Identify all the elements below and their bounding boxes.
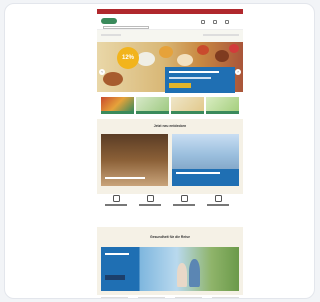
service-label xyxy=(139,204,161,206)
search-input[interactable] xyxy=(103,26,149,29)
site-header xyxy=(97,14,243,30)
hero-food-item xyxy=(159,46,173,58)
service-label xyxy=(207,204,229,206)
category-tile-label xyxy=(101,111,134,114)
chevron-left-icon[interactable]: ‹ xyxy=(99,69,105,75)
category-tile[interactable] xyxy=(171,97,204,111)
phone-icon xyxy=(214,195,222,202)
sub-nav-left[interactable] xyxy=(101,34,121,36)
travel-banner-button[interactable] xyxy=(105,275,125,280)
hero-food-item xyxy=(229,44,239,53)
brand-logo[interactable] xyxy=(101,18,117,24)
hero-food-item xyxy=(137,52,155,66)
product-card[interactable] xyxy=(212,297,239,298)
promo-box[interactable] xyxy=(165,67,235,93)
category-tile-label xyxy=(171,111,204,114)
hero-food-item xyxy=(197,45,209,55)
teaser-caption-placeholder xyxy=(176,172,220,174)
chevron-right-icon[interactable]: › xyxy=(235,69,241,75)
product-card[interactable] xyxy=(175,297,202,298)
service-item[interactable] xyxy=(203,195,233,206)
promo-subtitle-placeholder xyxy=(169,77,211,79)
category-tile[interactable] xyxy=(101,97,134,111)
percent-icon xyxy=(180,195,188,202)
service-item[interactable] xyxy=(169,195,199,206)
hero-food-item xyxy=(215,50,229,62)
hero-food-item xyxy=(103,72,123,86)
webpage-thumbnail: 12% ‹ › Jetzt neu entdecken Gesundheit f… xyxy=(97,9,243,298)
teaser-caption-placeholder xyxy=(105,177,145,179)
category-tile-label xyxy=(136,111,169,114)
service-item[interactable] xyxy=(101,195,131,206)
inspiration-title: Jetzt neu entdecken xyxy=(153,124,187,128)
hero-food-item xyxy=(177,54,193,66)
category-tile[interactable] xyxy=(206,97,239,111)
promo-title-placeholder xyxy=(169,71,219,73)
travel-banner-heading-placeholder xyxy=(105,253,129,255)
sub-navigation xyxy=(97,30,243,42)
user-icon[interactable] xyxy=(201,20,205,24)
travel-person xyxy=(189,259,200,287)
cart-icon[interactable] xyxy=(225,20,229,24)
promo-button[interactable] xyxy=(169,83,191,88)
product-card[interactable] xyxy=(138,297,165,298)
travel-section-title: Gesundheit für die Reise xyxy=(150,235,190,239)
category-tile[interactable] xyxy=(136,97,169,111)
screenshot-card: 12% ‹ › Jetzt neu entdecken Gesundheit f… xyxy=(4,3,315,299)
sub-nav-right[interactable] xyxy=(203,34,239,36)
truck-icon xyxy=(146,195,154,202)
heart-icon[interactable] xyxy=(213,20,217,24)
product-card[interactable] xyxy=(101,297,128,298)
service-item[interactable] xyxy=(135,195,165,206)
category-tile-label xyxy=(206,111,239,114)
travel-person xyxy=(177,263,187,287)
discount-badge: 12% xyxy=(117,47,139,69)
pharmacy-icon xyxy=(112,195,120,202)
service-label xyxy=(105,204,127,206)
service-label xyxy=(173,204,195,206)
